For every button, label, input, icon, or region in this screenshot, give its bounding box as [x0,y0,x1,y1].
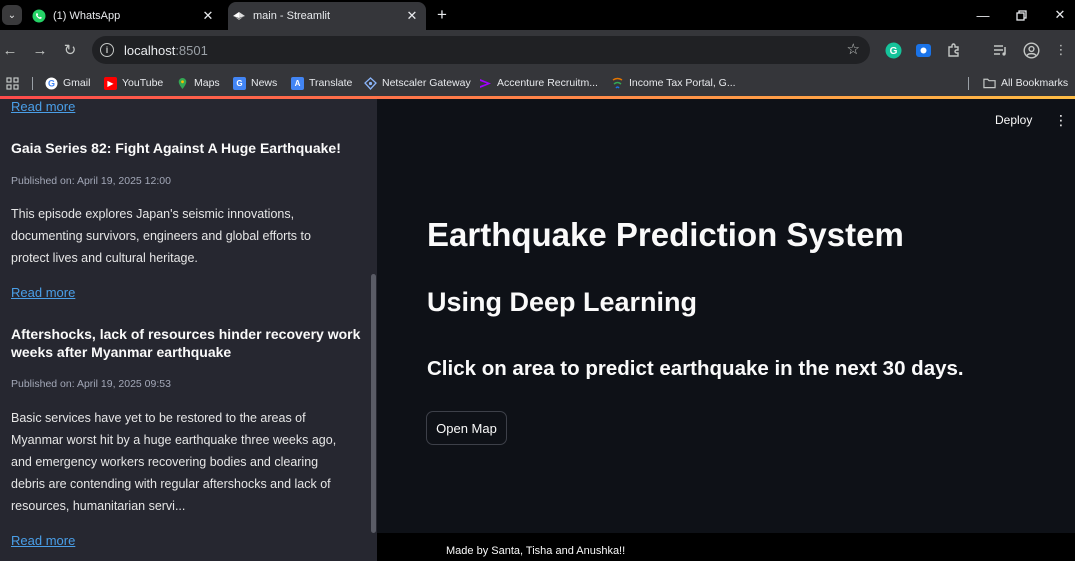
extensions-puzzle-icon[interactable] [944,40,964,60]
accenture-icon [479,77,492,90]
page-subtitle: Using Deep Learning [427,287,698,317]
bookmark-label: Accenture Recruitm... [497,77,598,89]
bookmark-income-tax[interactable]: Income Tax Portal, G... [611,75,736,91]
all-bookmarks-folder[interactable]: All Bookmarks [983,75,1068,91]
article-summary-line: Myanmar worst hit by a huge earthquake t… [11,433,337,447]
streamlit-icon [232,9,246,23]
article-summary-line: resources, humanitarian servi... [11,499,186,513]
article-title: Gaia Series 82: Fight Against A Huge Ear… [11,140,341,156]
tab-strip: ⌄ (1) WhatsApp ✕ main - Streamlit ✕ + — … [0,0,1075,30]
bookmark-divider [32,77,33,90]
main-menu-icon[interactable]: ⋮ [1054,112,1068,128]
bookmark-label: YouTube [122,77,164,89]
bookmark-youtube[interactable]: ▶ YouTube [104,75,163,91]
screen-capture-extension-icon[interactable] [913,40,933,60]
bookmarks-bar: G Gmail ▶ YouTube Maps G News A Translat… [0,70,1075,96]
article-summary: Basic services have yet to be restored t… [11,407,356,517]
url-host: localhost [124,43,176,58]
grammarly-extension-icon[interactable]: G [883,40,903,60]
restore-icon[interactable] [1009,4,1033,26]
translate-icon: A [291,76,304,90]
article-title-line: weeks after Myanmar earthquake [11,344,232,360]
back-arrow-icon[interactable]: ← [0,40,20,60]
bookmark-translate[interactable]: A Translate [291,75,352,91]
income-tax-icon [611,77,624,90]
tab-whatsapp[interactable]: (1) WhatsApp ✕ [28,2,222,30]
news-icon: G [233,76,246,90]
article-summary-line: and emergency workers recovering bodies … [11,455,319,469]
footer-credits: Made by Santa, Tisha and Anushka!! [446,545,626,557]
article-title-line: Aftershocks, lack of resources hinder re… [11,326,361,342]
article-summary-line: protect lives and cultural heritage. [11,251,198,265]
browser-toolbar: ← → ↻ i localhost:8501 ☆ G ⋮ [0,30,1075,70]
browser-menu-icon[interactable]: ⋮ [1051,40,1071,60]
bookmark-maps[interactable]: Maps [176,75,220,91]
page-title: Earthquake Prediction System [427,216,904,253]
reload-icon[interactable]: ↻ [60,40,80,60]
media-control-icon[interactable] [990,40,1010,60]
bookmark-label: Maps [194,77,220,89]
article-summary-line: Basic services have yet to be restored t… [11,411,306,425]
netscaler-icon [364,76,377,90]
bookmark-netscaler[interactable]: Netscaler Gateway [364,75,471,91]
whatsapp-icon [32,9,46,23]
article-summary-line: debris are contending with regular after… [11,477,331,491]
bookmark-label: All Bookmarks [1001,77,1069,89]
close-tab-icon[interactable]: ✕ [404,8,420,24]
folder-icon [983,77,996,90]
url-text[interactable]: localhost:8501 [124,43,208,58]
article-published-date: Published on: April 19, 2025 09:53 [11,378,171,390]
instruction-heading: Click on area to predict earthquake in t… [427,357,964,380]
bookmark-label: Netscaler Gateway [382,77,471,89]
svg-text:G: G [48,78,55,88]
open-map-button[interactable]: Open Map [426,411,507,445]
bookmark-divider [968,77,969,90]
minimize-icon[interactable]: — [971,4,995,26]
address-bar[interactable]: i localhost:8501 ☆ [92,36,870,64]
apps-grid-icon[interactable] [6,75,19,91]
read-more-link[interactable]: Read more [11,533,75,548]
bookmark-gmail[interactable]: G Gmail [45,75,90,91]
youtube-icon: ▶ [104,76,117,90]
url-port: :8501 [175,43,208,58]
tab-search-dropdown-icon[interactable]: ⌄ [2,5,22,25]
tab-streamlit[interactable]: main - Streamlit ✕ [228,2,426,30]
article-title: Aftershocks, lack of resources hinder re… [11,325,361,361]
google-icon: G [45,77,58,90]
sidebar[interactable]: Read more Gaia Series 82: Fight Against … [0,99,377,561]
bookmark-label: News [251,77,278,89]
tab-title: (1) WhatsApp [53,10,121,22]
bookmark-star-icon[interactable]: ☆ [847,40,860,58]
new-tab-button[interactable]: + [432,5,452,25]
bookmark-news[interactable]: G News [233,75,277,91]
close-tab-icon[interactable]: ✕ [200,8,216,24]
bookmark-label: Translate [309,77,353,89]
svg-text:G: G [889,46,897,57]
article-summary-line: This episode explores Japan's seismic in… [11,207,295,221]
sidebar-scrollbar[interactable] [371,274,376,533]
read-more-link[interactable]: Read more [11,99,75,114]
read-more-link[interactable]: Read more [11,285,75,300]
article-summary: This episode explores Japan's seismic in… [11,203,356,269]
forward-arrow-icon[interactable]: → [30,40,50,60]
profile-avatar-icon[interactable] [1021,40,1041,60]
article-published-date: Published on: April 19, 2025 12:00 [11,175,171,187]
bookmark-accenture[interactable]: Accenture Recruitm... [479,75,598,91]
article-summary-line: documenting survivors, engineers and glo… [11,229,311,243]
bookmark-label: Gmail [63,77,91,89]
deploy-button[interactable]: Deploy [995,113,1032,127]
maps-icon [176,77,189,90]
bookmark-label: Income Tax Portal, G... [629,77,736,89]
close-window-icon[interactable]: ✕ [1048,4,1072,26]
tab-title: main - Streamlit [253,10,331,22]
site-info-icon[interactable]: i [100,43,114,57]
